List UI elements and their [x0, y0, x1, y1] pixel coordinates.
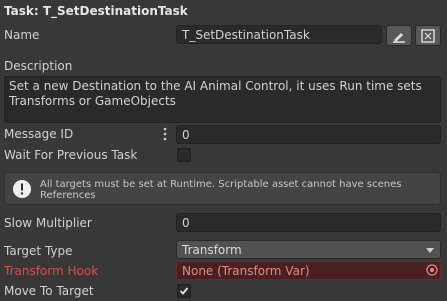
description-textarea[interactable]: Set a new Destination to the AI Animal C…	[4, 76, 441, 123]
target-type-label: Target Type	[4, 244, 73, 258]
description-label: Description	[4, 59, 73, 73]
inspector-header-title: Task: T_SetDestinationTask	[4, 4, 188, 18]
move-to-target-checkbox[interactable]	[177, 284, 191, 298]
edit-name-button[interactable]	[386, 25, 412, 46]
chevron-down-icon	[426, 248, 434, 253]
checkmark-icon	[179, 287, 189, 295]
wait-for-previous-checkbox[interactable]	[177, 148, 191, 162]
wait-for-previous-label: Wait For Previous Task	[4, 148, 138, 162]
reference-button[interactable]	[415, 25, 441, 46]
message-id-label: Message ID	[4, 127, 74, 141]
kebab-menu-icon[interactable]	[162, 126, 168, 142]
pencil-edit-icon	[393, 32, 405, 43]
object-picker-icon[interactable]	[426, 264, 438, 276]
transform-hook-field[interactable]: None (Transform Var)	[176, 261, 441, 280]
name-field[interactable]: T_SetDestinationTask	[176, 25, 382, 44]
name-label: Name	[4, 28, 40, 42]
slow-multiplier-label: Slow Multiplier	[4, 216, 92, 230]
target-type-value: Transform	[182, 243, 242, 257]
help-text: All targets must be set at Runtime. Scri…	[40, 179, 402, 201]
move-to-target-label: Move To Target	[4, 284, 94, 298]
info-icon	[12, 179, 32, 199]
slow-multiplier-field[interactable]: 0	[176, 213, 441, 232]
message-id-field[interactable]: 0	[176, 125, 441, 144]
transform-hook-value: None (Transform Var)	[182, 264, 310, 278]
transform-hook-label: Transform Hook	[4, 264, 99, 278]
reference-icon	[421, 28, 435, 43]
target-type-dropdown[interactable]: Transform	[176, 240, 441, 259]
